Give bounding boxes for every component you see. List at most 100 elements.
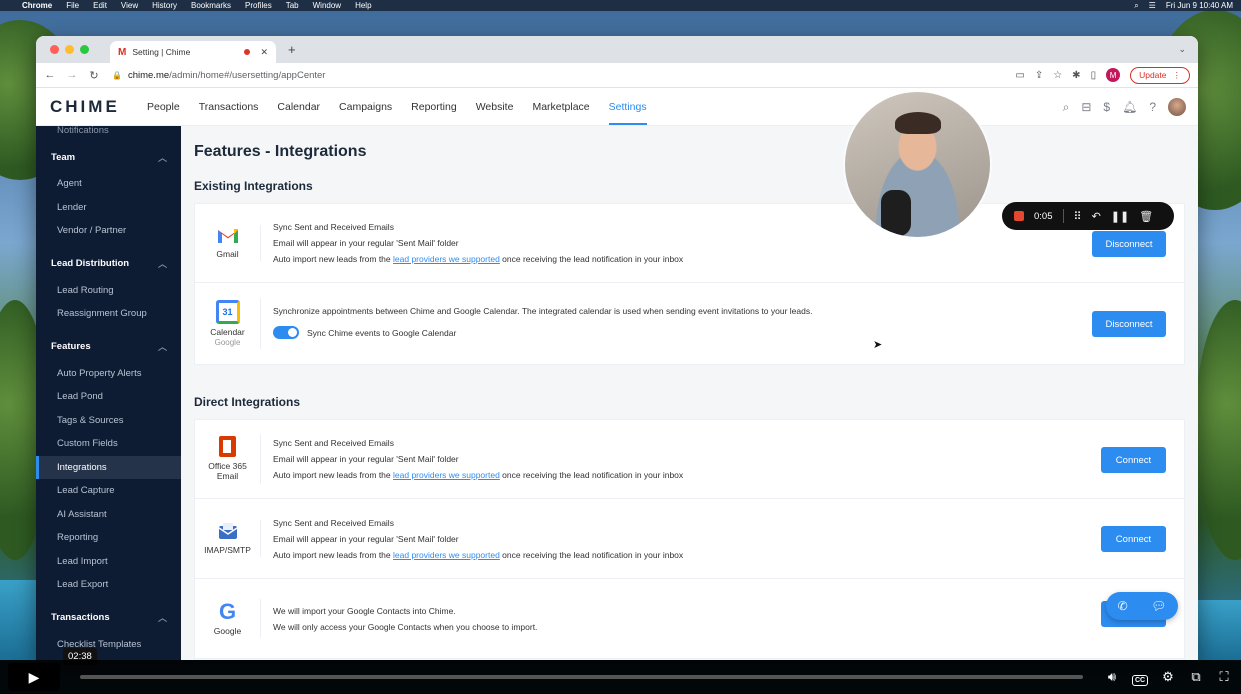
lead-providers-link[interactable]: lead providers we supported (393, 254, 500, 264)
pause-icon[interactable]: ❚❚ (1111, 210, 1129, 223)
menu-profiles[interactable]: Profiles (245, 1, 272, 10)
webcam-bubble[interactable] (845, 92, 990, 237)
chime-logo[interactable]: CHIME (50, 97, 147, 117)
nav-calendar[interactable]: Calendar (277, 89, 320, 125)
chat-bubble-icon[interactable]: 💬︎ (1151, 599, 1166, 613)
desc-line: Auto import new leads from the lead prov… (273, 467, 683, 483)
sidebar-item-notifications[interactable]: Notifications (36, 126, 181, 136)
minimize-window-button[interactable] (65, 45, 74, 54)
user-avatar[interactable] (1168, 98, 1186, 116)
tab-search-chevron-icon[interactable]: ⌄ (1178, 44, 1186, 55)
menu-window[interactable]: Window (313, 1, 341, 10)
control-center-icon[interactable]: ☰ (1149, 1, 1156, 10)
sidebar-item-lead-pond[interactable]: Lead Pond (36, 385, 181, 409)
close-window-button[interactable] (50, 45, 59, 54)
undo-icon[interactable]: ↶ (1092, 210, 1101, 223)
menu-history[interactable]: History (152, 1, 177, 10)
mouse-cursor-icon: ➤ (873, 339, 883, 351)
profile-avatar[interactable]: M (1106, 68, 1121, 82)
menu-help[interactable]: Help (355, 1, 371, 10)
inbox-icon[interactable]: ⊟ (1081, 100, 1091, 114)
browser-tab-active[interactable]: M Setting | Chime ✕ (110, 41, 276, 63)
sidebar-item-ai-assistant[interactable]: AI Assistant (36, 503, 181, 527)
desc-line: Auto import new leads from the lead prov… (273, 251, 683, 267)
settings-gear-icon[interactable]: ⚙ (1159, 669, 1177, 685)
sidebar-item-agent[interactable]: Agent (36, 172, 181, 196)
search-icon[interactable]: ⌕ (1063, 100, 1070, 115)
spotlight-icon[interactable]: ⌕ (1134, 1, 1138, 11)
sidebar-item-reporting[interactable]: Reporting (36, 526, 181, 550)
sidebar-item-lender[interactable]: Lender (36, 196, 181, 220)
menu-tab[interactable]: Tab (286, 1, 299, 10)
help-icon[interactable]: ? (1149, 100, 1156, 114)
menubar-app-name[interactable]: Chrome (22, 1, 52, 10)
volume-icon[interactable]: 🔊︎ (1103, 669, 1121, 685)
menubar-clock[interactable]: Fri Jun 9 10:40 AM (1166, 1, 1233, 10)
sidebar-section-features[interactable]: Features ︿ (36, 332, 181, 362)
lead-providers-link[interactable]: lead providers we supported (393, 470, 500, 480)
cast-icon[interactable]: ▭ (1015, 70, 1024, 81)
nav-transactions[interactable]: Transactions (199, 89, 259, 125)
imap-connect-button[interactable]: Connect (1101, 526, 1166, 552)
stop-recording-icon[interactable] (1014, 211, 1024, 221)
sidebar-item-auto-property-alerts[interactable]: Auto Property Alerts (36, 362, 181, 386)
menu-file[interactable]: File (66, 1, 79, 10)
integration-name: IMAP/SMTP (204, 544, 251, 555)
more-menu-icon: ⋮ (1172, 69, 1182, 80)
office365-connect-button[interactable]: Connect (1101, 447, 1166, 473)
trash-icon[interactable]: 🗑︎ (1139, 210, 1153, 223)
sidepanel-icon[interactable]: ▯ (1091, 70, 1097, 81)
progress-bar[interactable] (80, 675, 1083, 679)
sidebar-item-reassignment-group[interactable]: Reassignment Group (36, 302, 181, 326)
desc-text: once receiving the lead notification in … (499, 549, 684, 560)
nav-campaigns[interactable]: Campaigns (339, 89, 392, 125)
sync-calendar-toggle[interactable] (273, 326, 299, 340)
gmail-disconnect-button[interactable]: Disconnect (1092, 231, 1166, 257)
extensions-icon[interactable]: ✱ (1072, 70, 1080, 81)
menu-view[interactable]: View (121, 1, 138, 10)
play-button[interactable]: ▶ (8, 663, 60, 691)
close-tab-icon[interactable]: ✕ (260, 47, 268, 58)
nav-settings[interactable]: Settings (608, 89, 647, 125)
sidebar-section-transactions[interactable]: Transactions ︿ (36, 603, 181, 633)
lead-providers-link[interactable]: lead providers we supported (393, 550, 500, 560)
sidebar-item-tags-sources[interactable]: Tags & Sources (36, 409, 181, 433)
chevron-up-icon: ︿ (157, 152, 167, 163)
sidebar-item-lead-export[interactable]: Lead Export (36, 573, 181, 597)
sidebar-section-team[interactable]: Team ︿ (36, 142, 181, 172)
phone-icon[interactable]: ✆ (1118, 599, 1128, 613)
sidebar-item-integrations[interactable]: Integrations (36, 455, 181, 479)
nav-website[interactable]: Website (476, 89, 514, 125)
nav-marketplace[interactable]: Marketplace (532, 89, 589, 125)
nav-reporting[interactable]: Reporting (411, 89, 457, 125)
menu-bookmarks[interactable]: Bookmarks (191, 1, 231, 10)
sidebar-item-checklist-templates[interactable]: Checklist Templates (36, 633, 181, 657)
update-button[interactable]: Update ⋮ (1130, 66, 1190, 84)
new-tab-icon[interactable]: + (288, 42, 296, 57)
sidebar-item-lead-import[interactable]: Lead Import (36, 550, 181, 574)
reload-icon[interactable]: ↻ (88, 69, 100, 82)
notifications-bell-icon[interactable]: 🔔︎ (1122, 100, 1137, 114)
pip-icon[interactable]: ⧉ (1187, 669, 1205, 685)
sidebar-item-vendor-partner[interactable]: Vendor / Partner (36, 219, 181, 243)
url-field[interactable]: 🔒 chime.me/admin/home#/usersetting/appCe… (112, 70, 325, 81)
calendar-disconnect-button[interactable]: Disconnect (1092, 311, 1166, 337)
integration-description: Sync Sent and Received Emails Email will… (261, 435, 683, 483)
sidebar-item-lead-routing[interactable]: Lead Routing (36, 279, 181, 303)
drag-handle-icon[interactable]: ⠿ (1074, 210, 1082, 223)
window-controls (50, 45, 89, 54)
sidebar-item-lead-capture[interactable]: Lead Capture (36, 479, 181, 503)
menu-edit[interactable]: Edit (93, 1, 107, 10)
bookmark-star-icon[interactable]: ☆ (1053, 70, 1062, 81)
nav-people[interactable]: People (147, 89, 180, 125)
back-icon[interactable]: ← (44, 69, 56, 81)
gmail-favicon-icon: M (118, 46, 127, 58)
forward-icon[interactable]: → (66, 69, 78, 81)
fullscreen-icon[interactable]: ⛶ (1215, 669, 1233, 685)
billing-icon[interactable]: $ (1103, 100, 1110, 114)
sidebar-item-custom-fields[interactable]: Custom Fields (36, 432, 181, 456)
zoom-window-button[interactable] (80, 45, 89, 54)
sidebar-section-lead-distribution[interactable]: Lead Distribution ︿ (36, 249, 181, 279)
captions-icon[interactable]: CC (1131, 670, 1149, 686)
share-icon[interactable]: ⇪ (1035, 70, 1043, 81)
